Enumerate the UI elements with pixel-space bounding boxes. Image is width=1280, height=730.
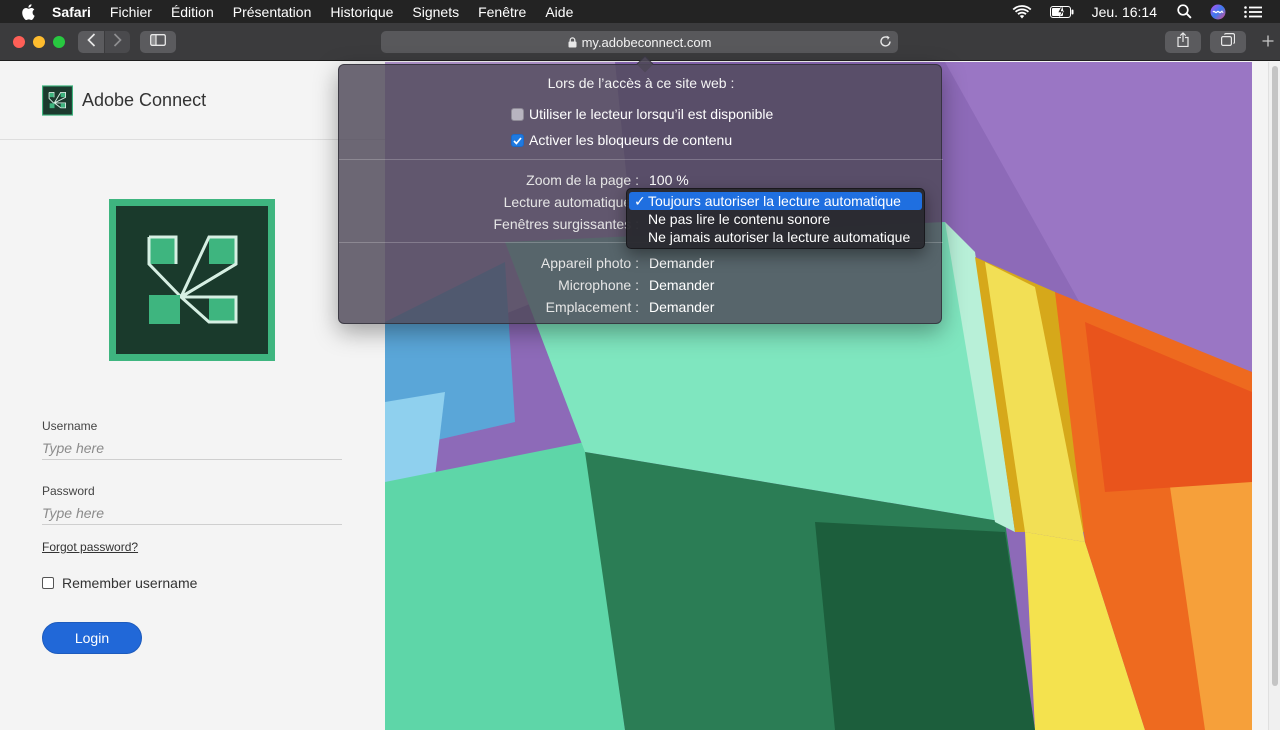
remember-username-checkbox[interactable]: Remember username <box>42 575 197 591</box>
share-icon <box>1177 32 1189 52</box>
menu-historique[interactable]: Historique <box>330 4 393 20</box>
zoom-label: Zoom de la page : <box>526 172 639 188</box>
autoplay-option-always-allow[interactable]: ✓ Toujours autoriser la lecture automati… <box>629 192 922 210</box>
content-blockers-checkbox-box[interactable] <box>511 132 524 148</box>
popover-divider <box>339 159 943 160</box>
sidebar-icon <box>150 33 166 51</box>
reader-checkbox[interactable]: Utiliser le lecteur lorsqu’il est dispon… <box>511 106 773 122</box>
wifi-icon[interactable] <box>1012 4 1032 19</box>
brand-header: Adobe Connect <box>0 62 385 140</box>
forgot-password-link[interactable]: Forgot password? <box>42 540 138 554</box>
remember-username-box[interactable] <box>42 577 54 589</box>
zoom-window-button[interactable] <box>53 36 65 48</box>
share-button[interactable] <box>1165 31 1201 53</box>
menu-signets[interactable]: Signets <box>412 4 459 20</box>
page-scrollbar[interactable] <box>1268 62 1280 730</box>
password-input[interactable] <box>42 501 342 525</box>
location-label: Emplacement : <box>545 299 639 315</box>
menu-bar: Safari Fichier Édition Présentation Hist… <box>0 0 1280 23</box>
content-blockers-checkbox-label: Activer les bloqueurs de contenu <box>529 132 733 148</box>
location-value-select[interactable]: Demander <box>649 299 714 315</box>
autoplay-label: Lecture automatique : <box>503 194 639 210</box>
checkmark-icon <box>513 132 522 148</box>
menu-aide[interactable]: Aide <box>545 4 573 20</box>
battery-charging-icon[interactable] <box>1049 5 1074 18</box>
menu-fichier[interactable]: Fichier <box>110 4 152 20</box>
menu-clock[interactable]: Jeu. 16:14 <box>1092 4 1157 20</box>
sidebar-toggle-button[interactable] <box>140 31 176 53</box>
browser-toolbar: my.adobeconnect.com <box>0 23 1280 61</box>
autoplay-option-stop-sound[interactable]: Ne pas lire le contenu sonore <box>627 210 924 228</box>
adobe-connect-logo-icon <box>42 85 73 116</box>
notification-center-icon[interactable] <box>1244 5 1262 18</box>
menu-safari[interactable]: Safari <box>52 4 91 20</box>
remember-username-label: Remember username <box>62 575 198 591</box>
forward-button[interactable] <box>104 31 130 53</box>
username-input[interactable] <box>42 436 342 460</box>
popups-label: Fenêtres surgissantes : <box>493 216 639 232</box>
navigation-buttons <box>78 31 130 53</box>
autoplay-dropdown-menu: ✓ Toujours autoriser la lecture automati… <box>626 188 925 249</box>
spotlight-search-icon[interactable] <box>1177 4 1192 19</box>
apple-menu-icon[interactable] <box>18 2 38 22</box>
back-button[interactable] <box>78 31 104 53</box>
close-window-button[interactable] <box>13 36 25 48</box>
popover-title: Lors de l’accès à ce site web : <box>547 75 735 91</box>
plus-icon <box>1262 34 1274 52</box>
autoplay-option-label: Toujours autoriser la lecture automatiqu… <box>648 193 901 209</box>
autoplay-option-never-allow[interactable]: Ne jamais autoriser la lecture automatiq… <box>627 228 924 246</box>
tabs-overview-icon <box>1221 33 1236 51</box>
brand-name: Adobe Connect <box>82 90 207 110</box>
menu-bar-extras: Jeu. 16:14 <box>1012 0 1280 23</box>
menu-fenetre[interactable]: Fenêtre <box>478 4 526 20</box>
reader-checkbox-box[interactable] <box>511 107 524 121</box>
password-label: Password <box>42 484 95 498</box>
menu-edition[interactable]: Édition <box>171 4 214 20</box>
lock-icon <box>568 36 577 48</box>
address-bar-url: my.adobeconnect.com <box>581 34 712 50</box>
camera-label: Appareil photo : <box>540 255 639 271</box>
address-bar[interactable]: my.adobeconnect.com <box>381 31 898 53</box>
adobe-connect-large-logo-icon <box>109 199 275 361</box>
menu-presentation[interactable]: Présentation <box>233 4 312 20</box>
checkmark-icon: ✓ <box>634 193 646 209</box>
autoplay-option-label: Ne pas lire le contenu sonore <box>648 211 831 227</box>
username-label: Username <box>42 419 98 433</box>
login-button[interactable]: Login <box>42 622 142 654</box>
content-blockers-checkbox[interactable]: Activer les bloqueurs de contenu <box>511 132 732 148</box>
reload-icon[interactable] <box>879 35 892 48</box>
show-all-tabs-button[interactable] <box>1210 31 1246 53</box>
chevron-right-icon <box>113 32 122 52</box>
camera-value-select[interactable]: Demander <box>649 255 714 271</box>
siri-icon[interactable] <box>1210 4 1226 20</box>
microphone-label: Microphone : <box>558 277 639 293</box>
reader-checkbox-label: Utiliser le lecteur lorsqu’il est dispon… <box>529 106 774 122</box>
minimize-window-button[interactable] <box>33 36 45 48</box>
chevron-left-icon <box>86 32 96 52</box>
login-panel: Adobe Connect Username Password Forgot p… <box>0 62 385 730</box>
zoom-value-select[interactable]: 100 % <box>649 172 689 188</box>
autoplay-option-label: Ne jamais autoriser la lecture automatiq… <box>648 229 911 245</box>
scrollbar-thumb[interactable] <box>1272 66 1278 686</box>
new-tab-button[interactable] <box>1256 31 1280 55</box>
microphone-value-select[interactable]: Demander <box>649 277 714 293</box>
